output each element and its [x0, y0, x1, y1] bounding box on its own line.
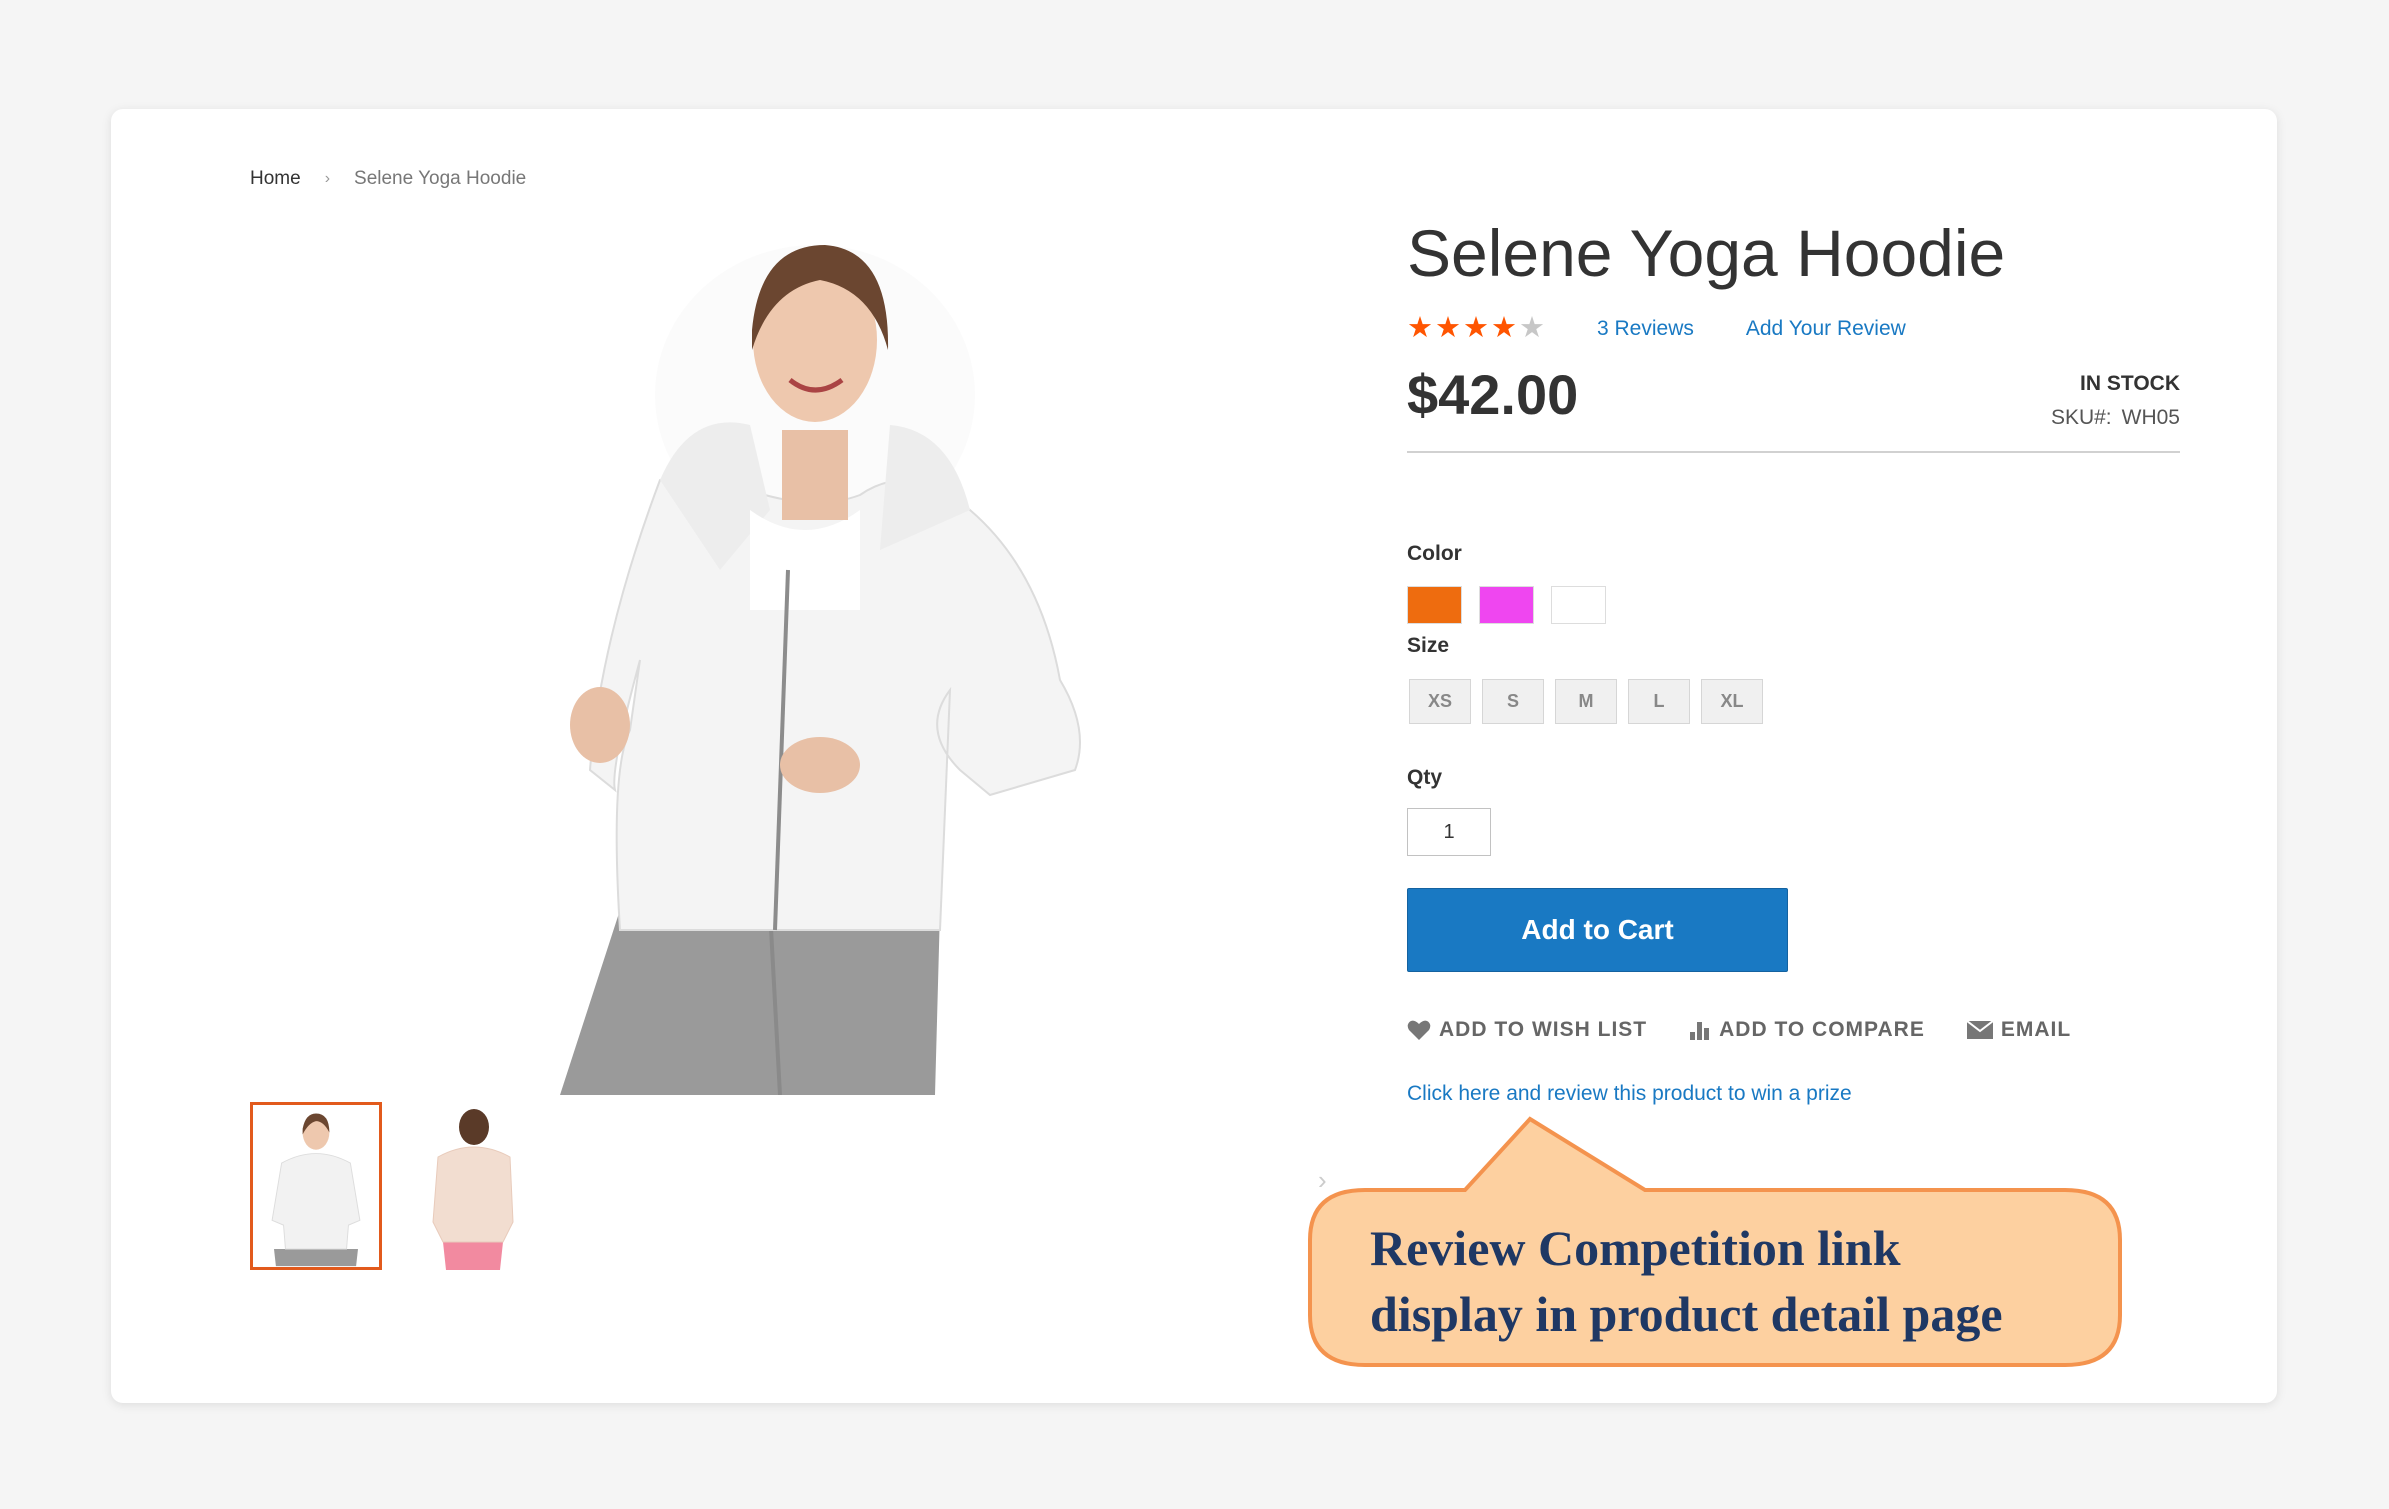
annotation-line-1: Review Competition link: [1370, 1220, 1901, 1276]
add-to-compare-link[interactable]: ADD TO COMPARE: [1689, 1018, 1925, 1042]
star-empty-icon: ★: [1519, 312, 1545, 344]
heart-icon: [1407, 1020, 1431, 1040]
thumbnail-front[interactable]: [250, 1102, 382, 1270]
reviews-count-link[interactable]: 3 Reviews: [1597, 317, 1694, 341]
sku: SKU#: WH05: [1980, 406, 2180, 430]
qty-label: Qty: [1407, 766, 1443, 789]
price-divider: [1407, 451, 2180, 453]
product-main-image[interactable]: [520, 210, 1120, 1096]
color-swatch-orange[interactable]: [1407, 586, 1462, 624]
sku-label: SKU#:: [2050, 406, 2112, 429]
sku-value: WH05: [2121, 406, 2180, 429]
email-label: EMAIL: [2000, 1018, 2072, 1041]
size-option-s[interactable]: S: [1482, 679, 1544, 724]
add-review-link[interactable]: Add Your Review: [1746, 317, 1906, 341]
color-swatches: [1407, 586, 1606, 624]
size-options: XS S M L XL: [1409, 679, 1763, 724]
add-to-wishlist-link[interactable]: ADD TO WISH LIST: [1407, 1018, 1647, 1042]
size-option-xs[interactable]: XS: [1409, 679, 1471, 724]
review-competition-link[interactable]: Click here and review this product to wi…: [1407, 1082, 1852, 1106]
color-swatch-white[interactable]: [1551, 586, 1606, 624]
qty-input[interactable]: [1407, 808, 1491, 856]
rating-summary: ★ ★ ★ ★ ★ 3 Reviews Add Your Review: [1407, 314, 1906, 343]
annotation-line-2: display in product detail page: [1370, 1286, 2003, 1342]
annotation-text: Review Competition link display in produ…: [1370, 1215, 2090, 1347]
compare-label: ADD TO COMPARE: [1719, 1018, 1925, 1041]
envelope-icon: [1966, 1021, 1993, 1039]
size-option-xl[interactable]: XL: [1701, 679, 1763, 724]
size-label: Size: [1407, 634, 1450, 657]
color-label: Color: [1407, 542, 1462, 565]
star-filled-icon: ★: [1435, 312, 1461, 344]
size-option-l[interactable]: L: [1628, 679, 1690, 724]
star-filled-icon: ★: [1463, 312, 1489, 344]
breadcrumb-current: Selene Yoga Hoodie: [354, 168, 527, 189]
star-filled-icon: ★: [1491, 312, 1517, 344]
product-title: Selene Yoga Hoodie: [1407, 216, 2006, 290]
stock-status: IN STOCK: [2080, 372, 2180, 395]
rating-stars: ★ ★ ★ ★ ★: [1407, 314, 1545, 343]
breadcrumb-home-link[interactable]: Home: [250, 168, 301, 190]
thumbnail-back[interactable]: [408, 1102, 540, 1270]
compare-icon: [1690, 1022, 1710, 1040]
color-swatch-purple[interactable]: [1479, 586, 1534, 624]
add-to-cart-button[interactable]: Add to Cart: [1407, 888, 1788, 972]
star-filled-icon: ★: [1407, 312, 1433, 344]
product-price: $42.00: [1407, 363, 1579, 426]
email-link[interactable]: EMAIL: [1966, 1018, 2072, 1042]
stock-info: IN STOCK SKU#: WH05: [1980, 372, 2180, 430]
product-actions: ADD TO WISH LIST ADD TO COMPARE EMAIL: [1407, 1018, 2071, 1042]
breadcrumb: Home › Selene Yoga Hoodie: [250, 168, 526, 190]
thumbnail-strip: [250, 1102, 540, 1270]
size-option-m[interactable]: M: [1555, 679, 1617, 724]
wishlist-label: ADD TO WISH LIST: [1439, 1018, 1648, 1041]
breadcrumb-separator-icon: ›: [324, 170, 331, 187]
